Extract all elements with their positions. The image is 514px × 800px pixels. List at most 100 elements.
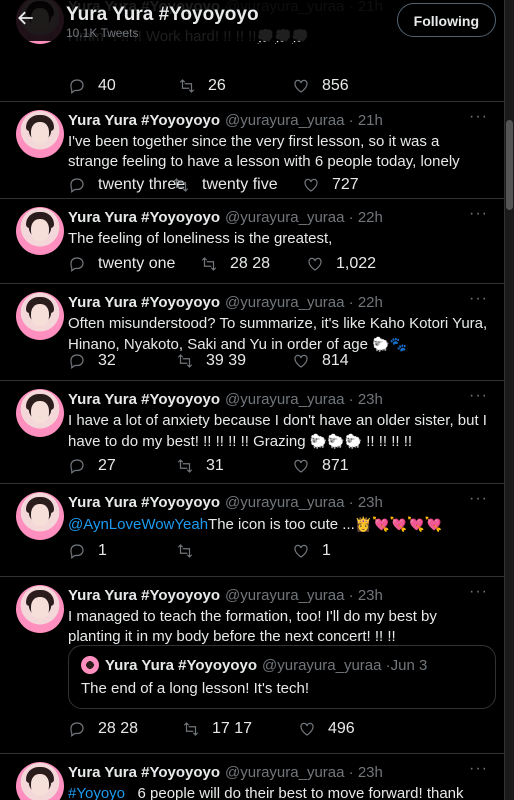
tweet-text: @AynLoveWowYeahThe icon is too cute ...👸… <box>68 516 442 533</box>
tweet[interactable]: Yura Yura #Yoyoyoyo @yurayura_yuraa · 23h… <box>0 577 504 754</box>
avatar[interactable] <box>16 585 64 633</box>
retweet-button[interactable]: 31 <box>176 457 224 475</box>
more-icon[interactable]: ··· <box>469 290 488 308</box>
author-name[interactable]: Yura Yura #Yoyoyoyo <box>68 587 220 604</box>
retweet-icon <box>179 79 195 93</box>
avatar[interactable] <box>16 389 64 437</box>
reply-icon <box>70 354 84 369</box>
retweet-icon <box>183 722 199 736</box>
like-button[interactable]: 856 <box>292 77 349 95</box>
reply-icon <box>70 459 84 474</box>
more-icon[interactable]: ··· <box>469 490 488 508</box>
reply-button[interactable]: twenty three <box>68 176 185 194</box>
like-button[interactable]: 814 <box>292 352 349 370</box>
retweet-button[interactable]: 28 28 <box>200 255 270 273</box>
author-name[interactable]: Yura Yura #Yoyoyoyo <box>68 391 220 408</box>
tweet[interactable]: Yura Yura #Yoyoyoyo @yurayura_yuraa · 23h… <box>0 484 504 577</box>
retweet-icon <box>173 178 189 192</box>
author-handle[interactable]: @yurayura_yuraa · 22h <box>225 209 383 226</box>
reply-icon <box>70 544 84 559</box>
avatar[interactable] <box>16 762 64 800</box>
retweet-button[interactable] <box>176 542 206 560</box>
tweet[interactable]: Yura Yura #Yoyoyoyo @yurayura_yuraa · 23h… <box>0 754 504 800</box>
retweet-icon <box>177 544 193 558</box>
tweet-count: 10.1K Tweets <box>66 26 139 40</box>
following-button[interactable]: Following <box>396 3 496 37</box>
author-handle[interactable]: @yurayura_yuraa · 23h <box>225 764 383 781</box>
author-handle[interactable]: @yurayura_yuraa · 23h <box>225 587 383 604</box>
reply-button[interactable]: twenty one <box>68 255 175 273</box>
like-button[interactable]: 727 <box>302 176 359 194</box>
reply-icon <box>70 722 84 737</box>
reply-button[interactable]: 40 <box>68 77 116 95</box>
quote-avatar <box>81 656 99 674</box>
reply-button[interactable]: 27 <box>68 457 116 475</box>
tweet[interactable]: Yura Yura #Yoyoyoyo @yurayura_yuraa · 21h… <box>0 102 504 199</box>
quote-author-handle: @yurayura_yuraa ·Jun 3 <box>262 656 428 674</box>
retweet-icon <box>177 354 193 368</box>
author-name[interactable]: Yura Yura #Yoyoyoyo <box>68 294 220 311</box>
reply-button[interactable]: 28 28 <box>68 720 138 738</box>
page-title: Yura Yura #Yoyoyoyo <box>66 4 259 25</box>
mention-link[interactable]: @AynLoveWowYeah <box>68 516 208 533</box>
heart-icon <box>294 459 308 473</box>
author-name[interactable]: Yura Yura #Yoyoyoyo <box>68 764 220 781</box>
author-handle[interactable]: @yurayura_yuraa · 23h <box>225 494 383 511</box>
reply-icon <box>70 79 84 94</box>
more-icon[interactable]: ··· <box>469 205 488 223</box>
tweet-text: I've been together since the very first … <box>68 133 460 170</box>
like-button[interactable]: 1,022 <box>306 255 376 273</box>
author-handle[interactable]: @yurayura_yuraa · 23h <box>225 391 383 408</box>
profile-header: Yura Yura #Yoyoyoyo 10.1K Tweets Followi… <box>0 0 504 41</box>
quoted-tweet[interactable]: Yura Yura #Yoyoyoyo @yurayura_yuraa ·Jun … <box>68 645 496 709</box>
tweet-text: The feeling of loneliness is the greates… <box>68 230 333 247</box>
retweet-button[interactable]: 26 <box>178 77 226 95</box>
scrollbar-thumb[interactable] <box>506 120 513 210</box>
hashtag-link[interactable]: #Yoyoyo <box>68 785 125 800</box>
back-button[interactable] <box>16 8 38 30</box>
back-arrow-icon <box>18 11 33 25</box>
quote-text: The end of a long lesson! It's tech! <box>81 680 310 697</box>
more-icon[interactable]: ··· <box>469 108 488 126</box>
author-name[interactable]: Yura Yura #Yoyoyoyo <box>68 494 220 511</box>
retweet-button[interactable]: 17 17 <box>182 720 252 738</box>
tweet-list: Yura Yura #Yoyoyoyo @yurayura_yuraa · 21h… <box>0 0 504 800</box>
retweet-button[interactable]: 39 39 <box>176 352 246 370</box>
author-name[interactable]: Yura Yura #Yoyoyoyo <box>68 112 220 129</box>
heart-icon <box>294 79 308 93</box>
tweet-text: #Yoyoyo 6 people will do their best to m… <box>68 785 464 800</box>
like-button[interactable]: 871 <box>292 457 349 475</box>
tweet-text: I have a lot of anxiety because I don't … <box>68 412 487 450</box>
more-icon[interactable]: ··· <box>469 387 488 405</box>
author-handle[interactable]: @yurayura_yuraa · 21h <box>225 112 383 129</box>
like-button[interactable]: 1 <box>292 542 331 560</box>
reply-icon <box>70 257 84 272</box>
quote-author-name: Yura Yura #Yoyoyoyo <box>105 656 258 674</box>
heart-icon <box>294 544 308 558</box>
like-button[interactable]: 496 <box>298 720 355 738</box>
scrollbar[interactable] <box>505 0 514 800</box>
avatar[interactable] <box>16 110 64 158</box>
retweet-icon <box>177 459 193 473</box>
tweet-text: I managed to teach the formation, too! I… <box>68 608 437 645</box>
author-name[interactable]: Yura Yura #Yoyoyoyo <box>68 209 220 226</box>
heart-icon <box>294 354 308 368</box>
tweet-text: Often misunderstood? To summarize, it's … <box>68 315 488 353</box>
heart-icon <box>308 257 322 271</box>
avatar[interactable] <box>16 207 64 255</box>
timeline: Yura Yura #Yoyoyoyo @yurayura_yuraa · 21h… <box>0 0 505 800</box>
tweet[interactable]: Yura Yura #Yoyoyoyo @yurayura_yuraa · 22h… <box>0 199 504 284</box>
author-handle[interactable]: @yurayura_yuraa · 22h <box>225 294 383 311</box>
more-icon[interactable]: ··· <box>469 760 488 778</box>
heart-icon <box>304 178 318 192</box>
tweet[interactable]: Yura Yura #Yoyoyoyo @yurayura_yuraa · 23h… <box>0 381 504 484</box>
tweet[interactable]: Yura Yura #Yoyoyoyo @yurayura_yuraa · 22h… <box>0 284 504 381</box>
more-icon[interactable]: ··· <box>469 583 488 601</box>
heart-icon <box>300 722 314 736</box>
avatar[interactable] <box>16 292 64 340</box>
retweet-button[interactable]: twenty five <box>172 176 278 194</box>
reply-icon <box>70 178 84 193</box>
avatar[interactable] <box>16 492 64 540</box>
reply-button[interactable]: 1 <box>68 542 107 560</box>
reply-button[interactable]: 32 <box>68 352 116 370</box>
